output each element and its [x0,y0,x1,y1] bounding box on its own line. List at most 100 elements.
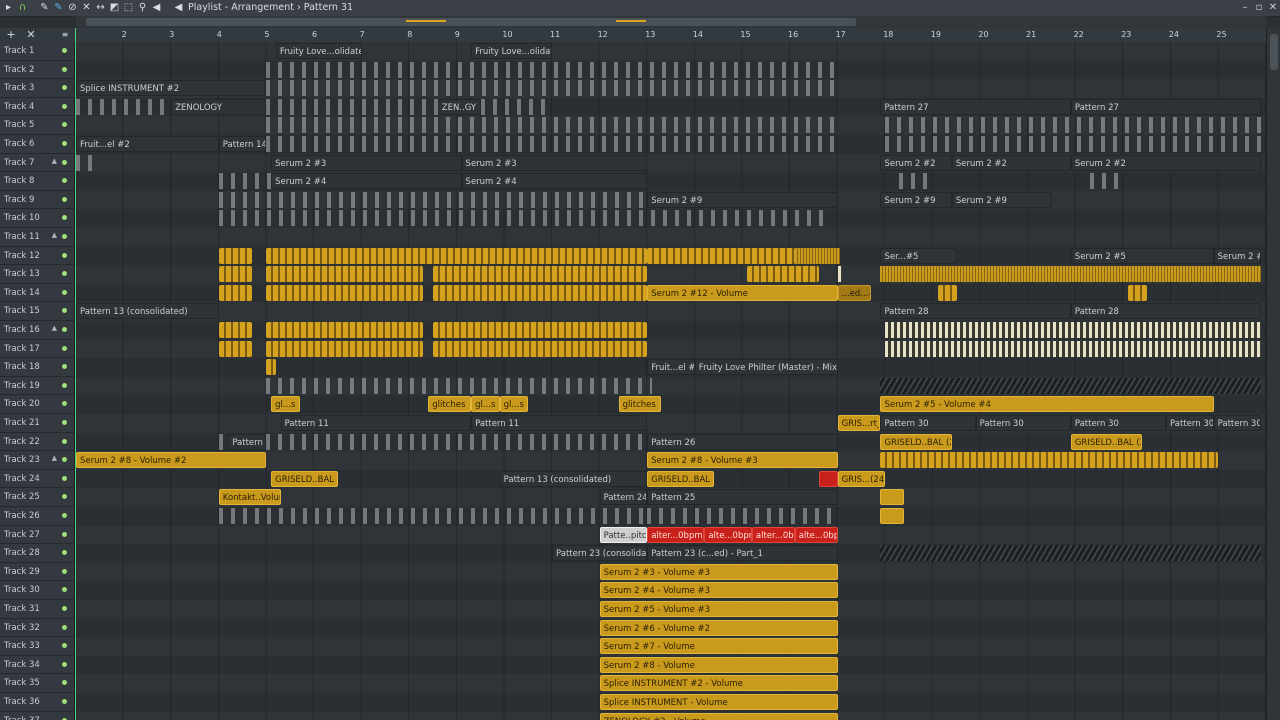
clip-notes[interactable] [433,266,648,283]
close-icon[interactable]: ✕ [1266,1,1280,15]
clip-notes[interactable] [218,433,229,450]
pattern-clip[interactable]: Serum 2 #5 [1070,247,1214,264]
track-row[interactable]: Track 37 ZENOLOGY #2 - Volume [0,711,1266,720]
track-row[interactable]: Track 24GRISELD..BAL (24)Pattern 13 (con… [0,469,1266,489]
track-lane[interactable] [75,228,1266,247]
track-header[interactable]: Track 3 [0,79,75,98]
track-row[interactable]: Track 1 Fruity Love...olidated) Fruity Lov… [0,42,1266,61]
pattern-clip[interactable]: Pattern 30 [880,415,976,431]
track-led-icon[interactable] [62,382,67,388]
pattern-clip[interactable]: Pattern 30 [1213,415,1262,431]
clip-notes[interactable] [433,340,648,357]
pattern-clip[interactable]: Pattern 12 [228,433,267,450]
track-led-icon[interactable] [62,271,67,277]
track-row[interactable]: Track 35 Splice INSTRUMENT #2 - Volume [0,674,1266,693]
track-header[interactable]: Track 24 [0,469,75,489]
track-header[interactable]: Track 37 [0,711,75,720]
close-icon[interactable]: ✕ [24,28,38,42]
track-row[interactable]: Track 32 Serum 2 #6 - Volume #2 [0,618,1266,638]
pattern-clip[interactable]: Serum 2 #7 - Volume [599,638,838,655]
track-header[interactable]: Track 13 [0,265,75,284]
track-led-icon[interactable] [62,103,67,109]
track-led-icon[interactable] [62,699,67,704]
slip-icon[interactable]: ↔ [94,1,107,14]
track-header[interactable]: Track 2 [0,60,75,80]
pattern-clip[interactable]: Pattern 11 [280,415,472,431]
track-row[interactable]: Track 22 Pattern 12 Pattern 26 GRISELD..BAL… [0,432,1266,452]
hamburger-icon[interactable]: ≡ [58,28,72,42]
track-led-icon[interactable] [62,531,67,537]
pattern-clip[interactable]: alter...0bpm [647,526,705,543]
track-header[interactable]: Track 25 [0,488,75,507]
clip-notes[interactable] [266,117,838,134]
pattern-clip[interactable]: Pattern 30 [975,415,1071,431]
pattern-clip[interactable]: Pattern 25 [647,489,838,506]
automation-clip[interactable] [880,377,1262,394]
track-led-icon[interactable] [62,327,67,332]
track-header[interactable]: Track 20 [0,395,75,414]
pattern-clip[interactable]: Pattern 14 [218,136,267,152]
track-header[interactable]: Track 22 [0,432,75,452]
track-row[interactable]: Track 6 Fruit...el #2 Pattern 14 [0,135,1266,154]
pattern-clip[interactable]: Serum 2 #12 - Volume [647,284,838,301]
track-row[interactable]: Track 27 Patte..pitch alter...0bpm alte...0… [0,525,1266,545]
arrow-icon[interactable]: ▸ [2,1,15,14]
ruler-bar-number[interactable]: 9 [455,30,460,39]
clip-notes[interactable] [266,80,838,97]
pattern-clip[interactable]: Serum 2 #8 - Volume #2 [76,452,267,469]
track-row[interactable]: Track 11 ▲ [0,228,1266,247]
pattern-clip[interactable]: Fruity Love Philter (Master) - Mix level… [694,359,838,376]
ruler-bar-number[interactable]: 19 [931,30,941,39]
clip-notes[interactable] [266,266,424,283]
ruler-bar-number[interactable]: 21 [1026,30,1036,39]
ruler-bar-number[interactable]: 16 [788,30,798,39]
track-row[interactable]: Track 18 Fruit...el #2Fruity Love Philter… [0,358,1266,377]
clip-notes[interactable] [899,173,933,190]
track-led-icon[interactable] [62,234,67,239]
pattern-clip[interactable]: Pattern 30 [1070,415,1167,431]
track-header[interactable]: Track 15 [0,302,75,321]
track-header[interactable]: Track 10 [0,209,75,228]
clip-notes[interactable] [218,322,253,338]
track-led-icon[interactable] [62,141,67,146]
track-header[interactable]: Track 36 [0,693,75,712]
track-row[interactable]: Track 2 [0,60,1266,80]
ruler-bar-number[interactable]: 12 [598,30,608,39]
collapse-arrow-icon[interactable]: ▲ [52,324,57,332]
clip-notes[interactable] [266,322,424,338]
track-header[interactable]: Track 18 [0,358,75,377]
clip-notes[interactable] [747,266,819,283]
pattern-clip[interactable]: Serum 2 #6 - Volume #2 [599,619,838,636]
pattern-clip[interactable]: Pattern 28 [1070,303,1262,320]
track-header[interactable]: Track 31 [0,600,75,619]
mute-icon[interactable]: ✕ [80,1,93,14]
pattern-clip[interactable]: Serum 2 #9 [951,191,1052,208]
pattern-clip[interactable]: Serum 2 #2 [1070,154,1262,171]
track-led-icon[interactable] [62,568,67,574]
track-header[interactable]: Track 9 [0,190,75,210]
ruler-bar-number[interactable]: 10 [502,30,512,39]
track-header[interactable]: Track 5 [0,116,75,135]
track-led-icon[interactable] [62,457,67,463]
track-led-icon[interactable] [62,513,67,518]
clip-notes[interactable] [218,247,253,264]
track-row[interactable]: Track 28 Pattern 23 (consolidated)Pattern… [0,544,1266,563]
vertical-scrollbar[interactable] [1266,28,1280,720]
clip-notes[interactable] [1127,284,1147,301]
clip-notes[interactable] [76,154,100,171]
horizontal-scroll-thumb[interactable] [86,18,856,26]
ruler-bar-number[interactable]: 15 [740,30,750,39]
ruler-bar-number[interactable]: 17 [836,30,846,39]
track-led-icon[interactable] [62,289,67,295]
pattern-clip[interactable]: GRISELD..BAL (24) [647,470,714,487]
track-header[interactable]: Track 32 [0,618,75,638]
pattern-clip[interactable]: Pattern 30 [1166,415,1214,431]
track-row[interactable]: Track 13 [0,265,1266,284]
track-led-icon[interactable] [62,159,67,165]
pattern-clip[interactable]: gl...s [471,396,500,413]
clip-notes[interactable] [885,136,1262,152]
delete-icon[interactable]: ⊘ [66,1,79,14]
clip-notes[interactable] [1089,173,1124,190]
playhead[interactable] [75,28,76,720]
pattern-clip[interactable]: Serum 2 #8 - Volume #3 [647,452,838,469]
